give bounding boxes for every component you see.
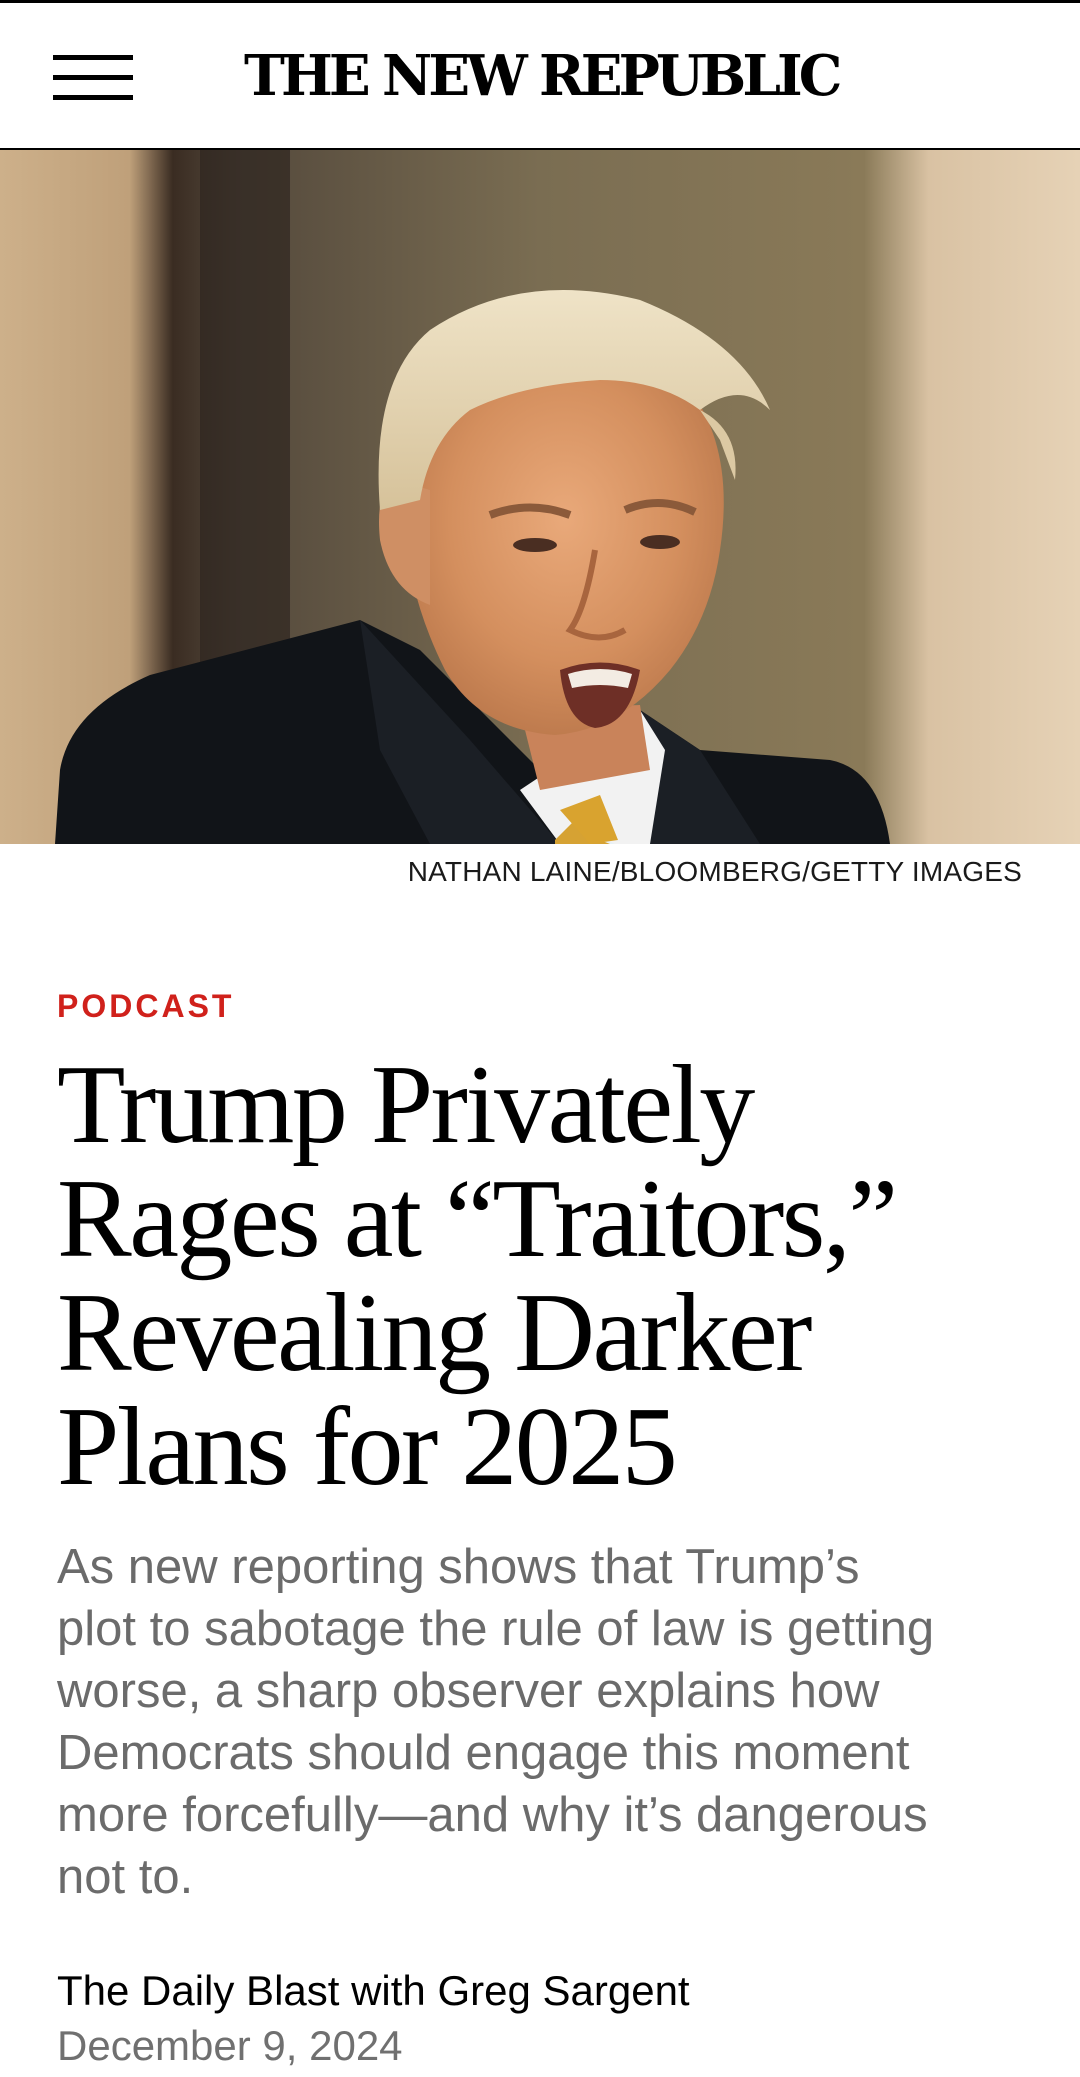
dek-line: Democrats should engage this moment xyxy=(57,1726,910,1780)
dek-line: not to. xyxy=(57,1850,194,1904)
menu-bar-top xyxy=(53,55,133,60)
article-dek: As new reporting shows that Trump’s plot… xyxy=(57,1536,1047,1908)
article-headline: Trump Privately Rages at “Traitors,” Rev… xyxy=(57,1048,1047,1504)
headline-line: Rages at “Traitors,” xyxy=(57,1157,898,1281)
headline-line: Plans for 2025 xyxy=(57,1385,678,1509)
dek-line: As new reporting shows that Trump’s xyxy=(57,1540,860,1594)
hero-photo xyxy=(0,150,1080,844)
headline-line: Trump Privately xyxy=(57,1043,755,1167)
menu-bar-middle xyxy=(53,75,133,80)
dek-line: worse, a sharp observer explains how xyxy=(57,1664,880,1718)
dek-line: plot to sabotage the rule of law is gett… xyxy=(57,1602,935,1656)
hamburger-menu-icon[interactable] xyxy=(53,53,133,103)
site-header: THE NEW REPUBLIC xyxy=(0,0,1080,150)
headline-line: Revealing Darker xyxy=(57,1271,812,1395)
article-date: December 9, 2024 xyxy=(57,2022,403,2069)
photo-credit: NATHAN LAINE/BLOOMBERG/GETTY IMAGES xyxy=(407,856,1022,887)
menu-bar-bottom xyxy=(53,95,133,100)
section-kicker[interactable]: PODCAST xyxy=(57,984,234,1028)
article-byline[interactable]: The Daily Blast with Greg Sargent xyxy=(57,1963,690,2019)
site-logo[interactable]: THE NEW REPUBLIC xyxy=(213,41,870,111)
dek-line: more forcefully—and why it’s dangerous xyxy=(57,1788,928,1842)
